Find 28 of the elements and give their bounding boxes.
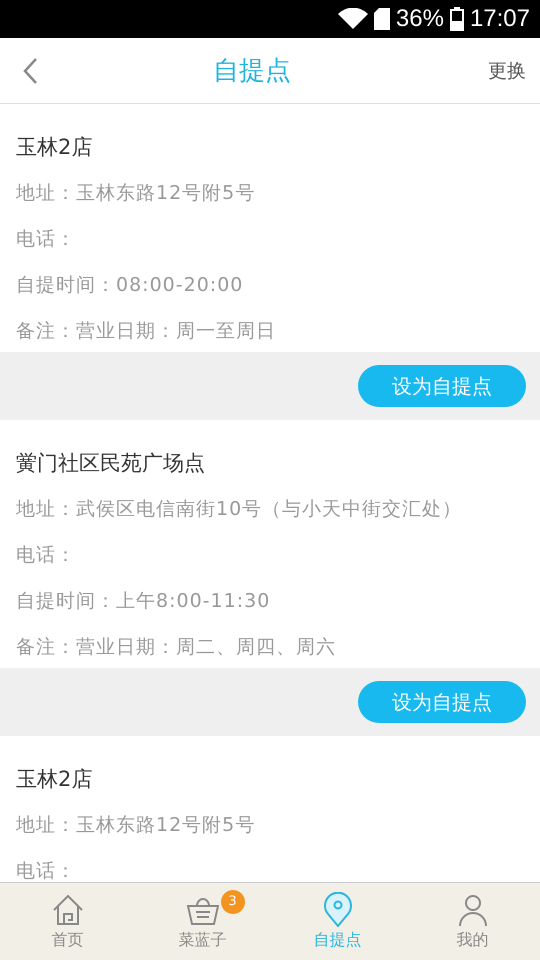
battery-percent: 36% bbox=[396, 5, 444, 33]
tab-item[interactable]: 3 菜蓝子 bbox=[135, 883, 270, 960]
set-pickup-button[interactable]: 设为自提点 bbox=[358, 681, 526, 723]
store-address: 地址：玉林东路12号附5号 bbox=[15, 813, 256, 838]
count-badge: 3 bbox=[220, 890, 244, 914]
back-button[interactable] bbox=[22, 56, 38, 84]
store-note: 备注：营业日期：周一至周日 bbox=[15, 319, 277, 344]
battery-icon bbox=[450, 7, 464, 31]
sim-icon bbox=[374, 8, 390, 30]
store-name: 玉林2店 bbox=[15, 134, 94, 161]
clock-time: 17:07 bbox=[470, 5, 530, 33]
wifi-icon bbox=[338, 8, 368, 30]
tab-item[interactable]: 自提点 bbox=[270, 883, 405, 960]
store-note: 备注：营业日期：周二、周四、周六 bbox=[15, 635, 337, 660]
page-title: 自提点 bbox=[213, 55, 291, 88]
store-address: 地址：武侯区电信南街10号（与小天中街交汇处） bbox=[15, 497, 464, 522]
pickup-hours: 自提时间：08:00-20:00 bbox=[15, 273, 244, 298]
tab-item[interactable]: 我的 bbox=[405, 883, 540, 960]
store-address: 地址：玉林东路12号附5号 bbox=[15, 181, 256, 206]
change-button[interactable]: 更换 bbox=[488, 58, 526, 84]
set-pickup-button[interactable]: 设为自提点 bbox=[358, 365, 526, 407]
store-phone: 电话： bbox=[15, 859, 77, 882]
store-name: 黉门社区民苑广场点 bbox=[15, 450, 206, 477]
pickup-hours: 自提时间：上午8:00-11:30 bbox=[15, 589, 272, 614]
store-phone: 电话： bbox=[15, 227, 77, 252]
tab-item[interactable]: 首页 bbox=[0, 883, 135, 960]
store-name: 玉林2店 bbox=[15, 766, 94, 793]
store-phone: 电话： bbox=[15, 543, 77, 568]
